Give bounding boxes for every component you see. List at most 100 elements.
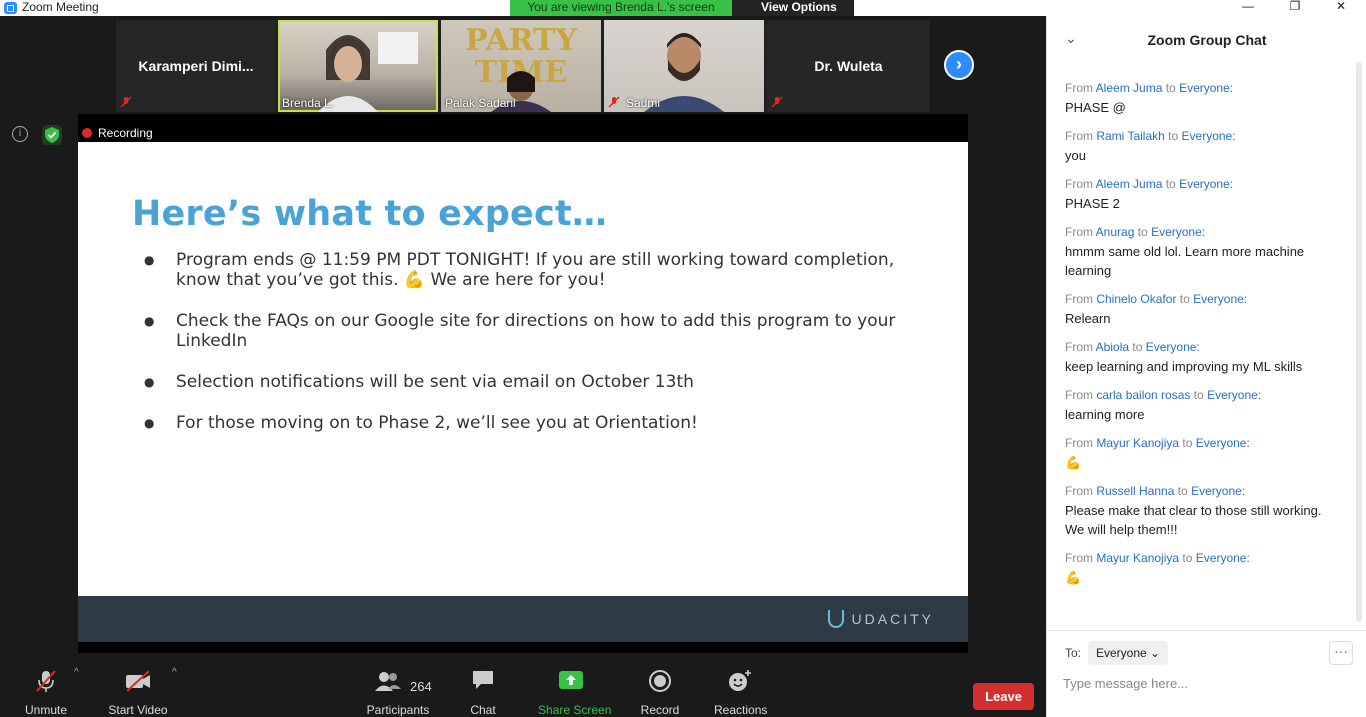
chat-message: From Chinelo Okafor to Everyone: Relearn <box>1065 291 1340 328</box>
info-icon[interactable]: i <box>12 126 28 142</box>
chat-bubble-icon <box>473 671 493 689</box>
participant-name: Karamperi Dimi... <box>138 58 254 74</box>
chat-message: From Russell Hanna to Everyone: Please m… <box>1065 483 1340 539</box>
chat-divider <box>1047 630 1366 631</box>
start-video-button[interactable]: Start Video <box>108 661 168 717</box>
recipient-name[interactable]: Everyone: <box>1207 388 1261 402</box>
message-text: you <box>1065 148 1086 163</box>
reactions-label: Reactions <box>714 703 768 717</box>
recipient-name[interactable]: Everyone: <box>1182 129 1236 143</box>
sender-name[interactable]: Aleem Juma <box>1096 177 1163 191</box>
restore-button[interactable]: ❐ <box>1285 0 1305 15</box>
next-page-arrow-icon[interactable]: › <box>944 50 974 80</box>
sender-name[interactable]: Mayur Kanojiya <box>1096 551 1179 565</box>
chat-scrollbar[interactable] <box>1355 62 1363 622</box>
share-screen-button[interactable]: Share Screen <box>538 661 611 717</box>
zoom-app-icon <box>4 2 17 14</box>
chat-message-input[interactable] <box>1063 670 1353 696</box>
message-text: 💪 <box>1065 570 1082 585</box>
video-off-icon <box>126 670 150 692</box>
participant-tile-active[interactable]: Brenda L. <box>278 20 438 112</box>
sender-name[interactable]: Anurag <box>1096 225 1135 239</box>
message-text: learning more <box>1065 407 1145 422</box>
participant-tile[interactable]: PARTY TIME Palak Sadani <box>441 20 601 112</box>
sender-name[interactable]: Mayur Kanojiya <box>1096 436 1179 450</box>
unmute-label: Unmute <box>24 703 68 717</box>
start-video-label: Start Video <box>108 703 168 717</box>
chat-message: From Mayur Kanojiya to Everyone: 💪 <box>1065 550 1340 587</box>
minimize-button[interactable]: — <box>1238 0 1258 15</box>
chat-panel: ⌄ Zoom Group Chat From Aleem Juma to Eve… <box>1046 16 1366 717</box>
audio-options-caret-icon[interactable]: ^ <box>74 667 79 678</box>
from-label: From <box>1065 225 1093 239</box>
chat-message: From Abiola to Everyone: keep learning a… <box>1065 339 1340 376</box>
participant-name: Palak Sadani <box>445 96 516 110</box>
to-label: to <box>1182 551 1193 565</box>
chat-title: Zoom Group Chat <box>1147 32 1267 48</box>
from-label: From <box>1065 436 1093 450</box>
scrollbar-thumb[interactable] <box>1356 62 1362 622</box>
message-text: 💪 <box>1065 455 1082 470</box>
participant-name: Sadmi <box>626 96 661 110</box>
unmute-button[interactable]: Unmute <box>24 661 68 717</box>
recording-dot-icon <box>82 128 92 138</box>
party-balloon-text-1: PARTY <box>465 23 577 58</box>
udacity-logo-icon <box>827 610 844 628</box>
recipient-name[interactable]: Everyone: <box>1179 177 1233 191</box>
chat-message: From carla bailon rosas to Everyone: lea… <box>1065 387 1340 424</box>
participant-tile[interactable]: Karamperi Dimi... <box>116 20 276 112</box>
video-options-caret-icon[interactable]: ^ <box>172 667 177 678</box>
from-label: From <box>1065 551 1093 565</box>
from-label: From <box>1065 177 1093 191</box>
shared-screen: Recording Here’s what to expect… Program… <box>78 114 968 670</box>
shield-icon[interactable] <box>42 125 62 145</box>
participant-tile[interactable]: Dr. Wuleta <box>767 20 930 112</box>
chat-button[interactable]: Chat <box>466 661 500 717</box>
close-button[interactable]: ✕ <box>1331 0 1351 15</box>
recording-label: Recording <box>98 126 153 140</box>
participant-name: Dr. Wuleta <box>814 58 883 74</box>
slide-bullet-text: Check the FAQs on our Google site for di… <box>176 311 896 351</box>
slide-bullet: Selection notifications will be sent via… <box>144 372 944 392</box>
more-options-icon[interactable]: ··· <box>1329 641 1353 665</box>
sender-name[interactable]: Abiola <box>1096 340 1129 354</box>
record-button[interactable]: Record <box>640 661 680 717</box>
sender-name[interactable]: Chinelo Okafor <box>1096 292 1176 306</box>
to-label: to <box>1165 81 1176 95</box>
slide-bullet: Check the FAQs on our Google site for di… <box>144 311 944 351</box>
participant-strip: Karamperi Dimi... Brenda L. PARTY TIME P… <box>116 20 930 112</box>
recipient-dropdown[interactable]: Everyone ⌄ <box>1088 641 1169 665</box>
reactions-button[interactable]: Reactions <box>714 661 767 717</box>
message-text: Relearn <box>1065 311 1111 326</box>
to-label: to <box>1165 177 1176 191</box>
presentation-slide: Here’s what to expect… Program ends @ 11… <box>78 142 968 642</box>
sender-name[interactable]: Rami Tailakh <box>1096 129 1164 143</box>
share-screen-label: Share Screen <box>538 703 612 717</box>
send-to-label: To: <box>1065 646 1082 660</box>
participants-button[interactable]: 264 Participants <box>366 661 432 717</box>
chat-message: From Anurag to Everyone: hmmm same old l… <box>1065 224 1340 280</box>
recipient-name[interactable]: Everyone: <box>1191 484 1245 498</box>
viewing-screen-label: You are viewing Brenda L.'s screen <box>510 0 732 16</box>
leave-button[interactable]: Leave <box>973 683 1034 710</box>
recipient-name[interactable]: Everyone: <box>1196 436 1250 450</box>
sender-name[interactable]: Aleem Juma <box>1096 81 1163 95</box>
slide-bullet: For those moving on to Phase 2, we’ll se… <box>144 413 944 433</box>
sender-name[interactable]: Russell Hanna <box>1096 484 1174 498</box>
window-title: Zoom Meeting <box>22 0 99 14</box>
view-options-button[interactable]: View Options ⌄ <box>732 0 854 28</box>
recipient-name[interactable]: Everyone: <box>1146 340 1200 354</box>
message-text: PHASE 2 <box>1065 196 1120 211</box>
recipient-name[interactable]: Everyone: <box>1179 81 1233 95</box>
recipient-name[interactable]: Everyone: <box>1193 292 1247 306</box>
sender-name[interactable]: carla bailon rosas <box>1096 388 1190 402</box>
from-label: From <box>1065 484 1093 498</box>
recipient-name[interactable]: Everyone: <box>1196 551 1250 565</box>
chat-message: From Aleem Juma to Everyone: PHASE @ <box>1065 80 1340 117</box>
chat-label: Chat <box>470 703 496 717</box>
participant-tile[interactable]: Sadmi <box>604 20 764 112</box>
from-label: From <box>1065 292 1093 306</box>
recipient-name[interactable]: Everyone: <box>1151 225 1205 239</box>
slide-heading: Here’s what to expect… <box>132 194 608 234</box>
chat-message-list: From Aleem Juma to Everyone: PHASE @ Fro… <box>1065 80 1340 598</box>
